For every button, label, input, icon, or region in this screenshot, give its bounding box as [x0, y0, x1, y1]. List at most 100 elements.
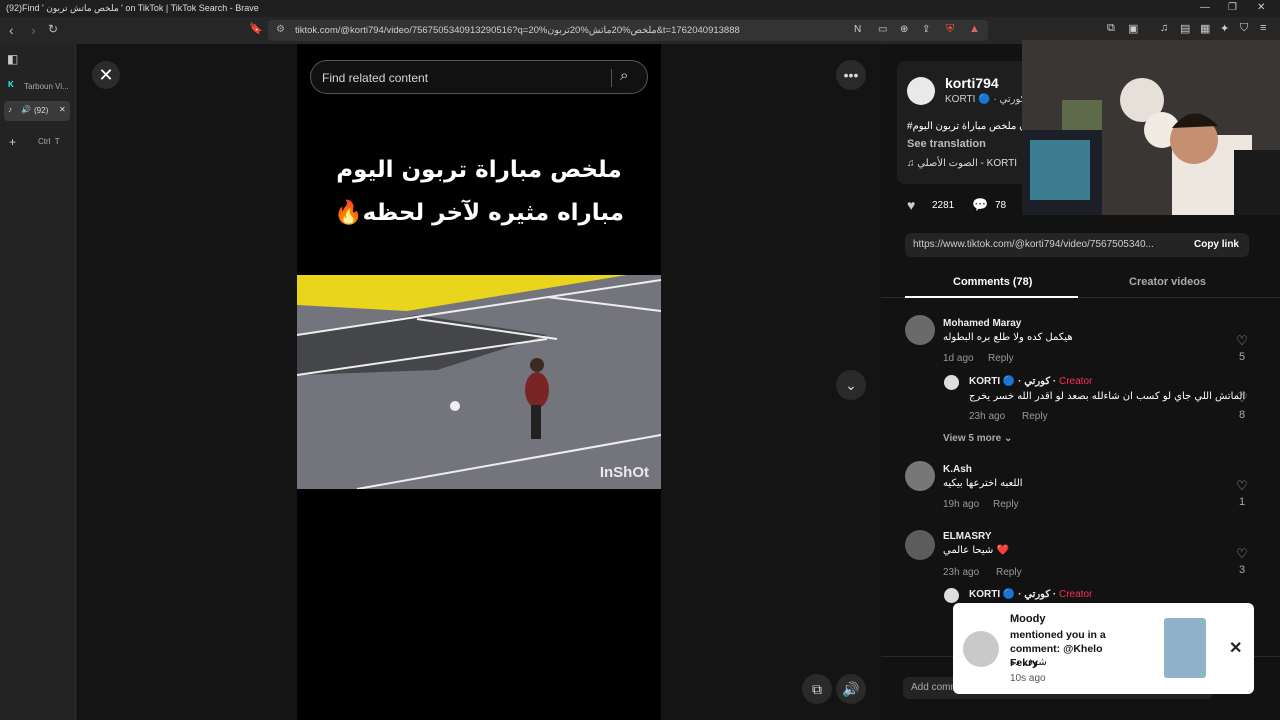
see-translation-link[interactable]: See translation [907, 138, 986, 150]
like-count: 2281 [932, 200, 955, 211]
tab-search-icon[interactable]: ▣ [1128, 22, 1138, 35]
restore-icon[interactable]: ❐ [1228, 2, 1237, 13]
reply-button[interactable]: Reply [993, 499, 1019, 510]
close-video-button[interactable]: ✕ [92, 61, 120, 89]
comment-icon[interactable]: 💬 [972, 197, 988, 213]
brave-shields-icon[interactable]: ⛨ [946, 23, 954, 36]
avatar[interactable] [944, 588, 959, 603]
video-watermark: InShOt [599, 464, 649, 481]
video-player[interactable]: Find related content ⌕ ملخص مباراة تربون… [297, 44, 661, 720]
video-caption-line2: مباراه مثيره لآخر لحظه🔥 [333, 200, 625, 226]
back-icon[interactable]: ‹ [9, 22, 14, 38]
sidebar-panel-icon[interactable]: ◧ [7, 52, 18, 66]
notification-time: 10s ago [1010, 673, 1046, 684]
minimize-icon[interactable]: — [1200, 2, 1210, 13]
tab-tiktok-active[interactable]: ♪ 🔊 (92) ✕ [4, 101, 70, 121]
comment-text: هيكمل كده ولا طلع بره البطوله [943, 332, 1073, 343]
vpn-icon[interactable]: ⛉ [1240, 22, 1248, 35]
menu-icon[interactable]: ≡ [1260, 22, 1266, 34]
search-icon[interactable]: ⌕ [620, 67, 628, 84]
sidebar-toggle-icon[interactable]: ▤ [1180, 22, 1190, 35]
brave-rewards-icon[interactable]: ▲ [969, 23, 980, 35]
kick-favicon-icon: K [8, 80, 14, 89]
cast-icon[interactable]: ▭ [878, 24, 887, 35]
comment-time: 1d ago [943, 353, 974, 364]
creator-badge: Creator [1059, 589, 1093, 600]
site-settings-icon[interactable]: ⚙ [276, 24, 285, 35]
wallet-icon[interactable]: ▦ [1200, 22, 1210, 35]
reply-author[interactable]: KORTI 🔵 · كورتي · Creator [969, 376, 1092, 387]
reply-button[interactable]: Reply [1022, 411, 1048, 422]
tab-label: (92) [34, 106, 49, 115]
translate-icon[interactable]: N [854, 24, 861, 35]
search-input[interactable]: Find related content [322, 71, 428, 85]
comment-like-icon[interactable]: ♡ [1232, 333, 1252, 349]
reply-button[interactable]: Reply [996, 567, 1022, 578]
media-icon[interactable]: ♫ [1160, 22, 1168, 34]
close-notification-icon[interactable]: ✕ [1229, 638, 1242, 658]
reply-author[interactable]: KORTI 🔵 · كورتي · Creator [969, 589, 1092, 600]
volume-button[interactable]: 🔊 [836, 674, 866, 704]
zoom-icon[interactable]: ⊕ [900, 24, 908, 35]
copy-link-button[interactable]: Copy link [1194, 239, 1239, 250]
reply-like-icon[interactable]: ♡ [1232, 390, 1252, 406]
music-link[interactable]: ♫ الصوت الأصلي - KORTI [907, 158, 1017, 169]
floating-player-button[interactable]: ⧉ [802, 674, 832, 704]
comment-like-icon[interactable]: ♡ [1232, 478, 1252, 494]
related-search[interactable]: Find related content ⌕ [310, 60, 648, 94]
tab-tarboun[interactable]: K Tarboun Vi... [4, 77, 70, 97]
comment-count: 78 [995, 200, 1007, 211]
notification-thumbnail[interactable] [1164, 618, 1206, 678]
active-tab-indicator [905, 296, 1078, 298]
comment-time: 19h ago [943, 499, 980, 510]
address-bar[interactable]: ⚙ tiktok.com/@korti794/video/75675053409… [268, 20, 988, 41]
copy-link-bar: https://www.tiktok.com/@korti794/video/7… [905, 233, 1249, 257]
comment-author[interactable]: K.Ash [943, 464, 972, 475]
reply-button[interactable]: Reply [988, 353, 1014, 364]
window-titlebar: (92)Find ' ملخص ماتش تربون ' on TikTok |… [0, 0, 1280, 17]
close-window-icon[interactable]: ✕ [1257, 2, 1265, 13]
creator-nickname: KORTI 🔵 · كورتي [945, 94, 1026, 105]
reload-icon[interactable]: ↻ [48, 22, 58, 36]
avatar[interactable] [905, 530, 935, 560]
reply-like-count: 8 [1238, 409, 1246, 421]
comment-like-icon[interactable]: ♡ [1232, 546, 1252, 562]
creator-avatar[interactable] [907, 77, 935, 105]
post-link: https://www.tiktok.com/@korti794/video/7… [913, 239, 1154, 250]
creator-username[interactable]: korti794 [945, 75, 999, 91]
view-more-replies[interactable]: View 5 more ⌄ [943, 433, 1012, 444]
window-title: (92)Find ' ملخص ماتش تربون ' on TikTok |… [6, 3, 259, 13]
heart-icon[interactable]: ♥ [907, 197, 915, 213]
avatar [963, 631, 999, 667]
share-icon[interactable]: ⇪ [922, 24, 930, 35]
avatar[interactable] [905, 461, 935, 491]
bookmark-icon[interactable]: 🔖 [249, 22, 263, 35]
tab-comments[interactable]: Comments (78) [953, 276, 1032, 288]
comment-author[interactable]: Mohamed Maray [943, 318, 1021, 329]
audio-playing-icon[interactable]: 🔊 [21, 105, 31, 114]
comment-author[interactable]: ELMASRY [943, 531, 992, 542]
leo-ai-icon[interactable]: ✦ [1220, 22, 1229, 35]
more-options-button[interactable]: ••• [836, 60, 866, 90]
avatar[interactable] [905, 315, 935, 345]
new-tab-shortcut: Ctrl T [38, 137, 60, 146]
notification-sender: Moody [1010, 613, 1046, 625]
futsal-court-image [297, 275, 661, 489]
forward-icon[interactable]: › [31, 22, 36, 38]
vertical-tab-sidebar: ◧ K Tarboun Vi... ♪ 🔊 (92) ✕ + Ctrl T [0, 44, 76, 720]
tiktok-favicon-icon: ♪ [8, 105, 12, 114]
avatar[interactable] [944, 375, 959, 390]
comment-time: 23h ago [943, 567, 980, 578]
extensions-icon[interactable]: ⧉ [1107, 22, 1115, 35]
close-tab-icon[interactable]: ✕ [59, 105, 66, 114]
new-tab-icon[interactable]: + [9, 135, 16, 149]
reply-author-name: KORTI 🔵 · كورتي [969, 376, 1051, 387]
next-video-button[interactable]: ⌄ [836, 370, 866, 400]
streamer-webcam-image [1022, 40, 1280, 215]
reply-author-name: KORTI 🔵 · كورتي [969, 589, 1051, 600]
url-text: tiktok.com/@korti794/video/7567505340913… [295, 25, 740, 36]
tab-creator-videos[interactable]: Creator videos [1129, 276, 1206, 288]
video-stage: ✕ Find related content ⌕ ملخص مباراة ترب… [77, 44, 881, 720]
video-frame: InShOt [297, 275, 661, 489]
mention-notification[interactable]: Moody mentioned you in a comment: @Khelo… [953, 603, 1254, 694]
